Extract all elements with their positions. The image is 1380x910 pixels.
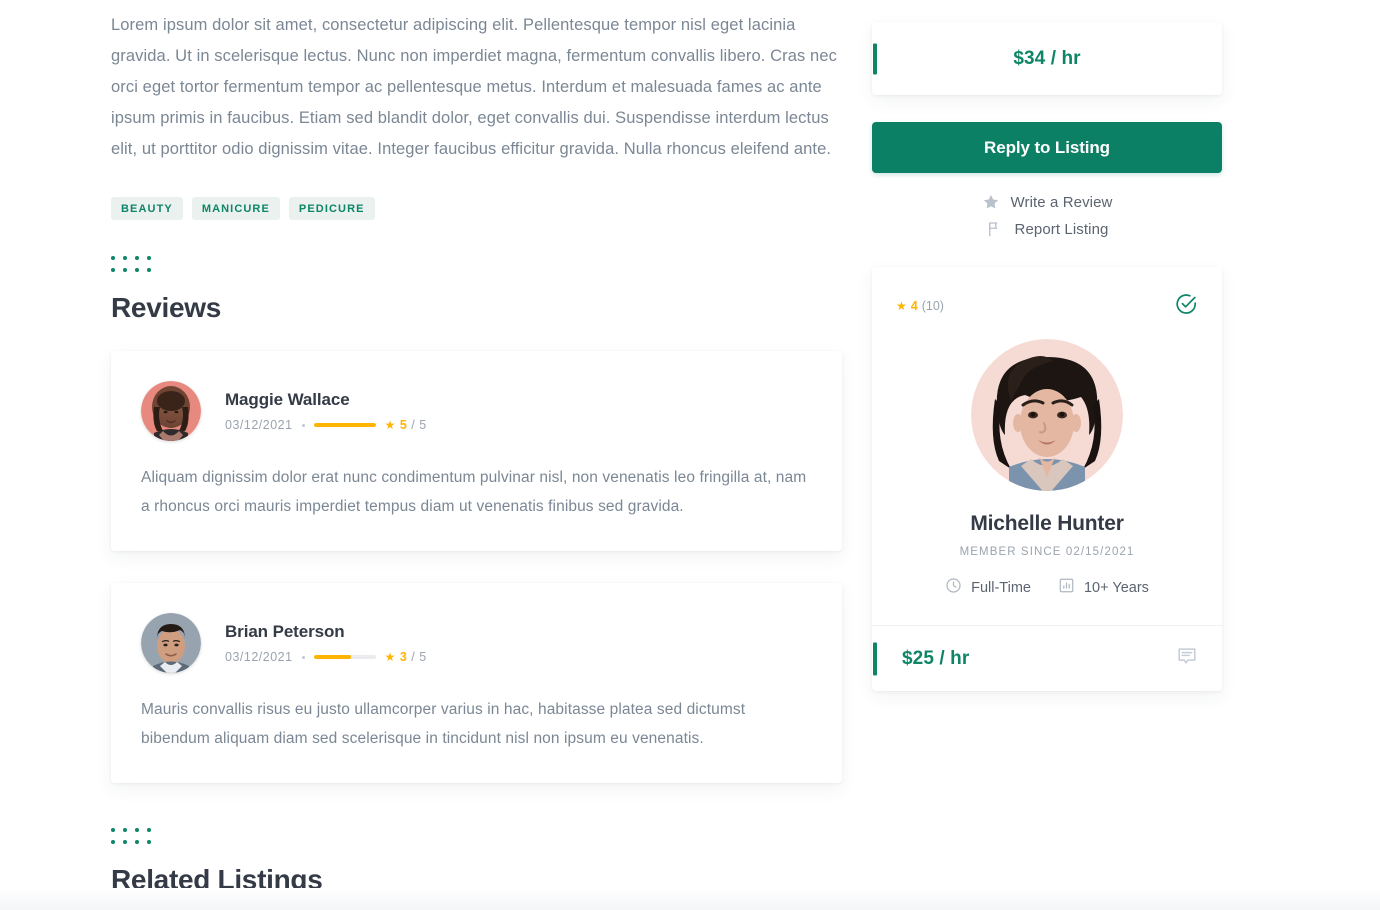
rating-value: 5 xyxy=(399,418,408,432)
sidebar-column: $34 / hr Reply to Listing Write a Review xyxy=(872,22,1222,691)
provider-profile-card[interactable]: ★ 4 (10) Michelle Hunter MEMBER SINCE 02… xyxy=(872,267,1222,691)
meta-separator-dot xyxy=(301,423,305,427)
rating-bar xyxy=(313,655,376,659)
star-icon: ★ xyxy=(384,418,396,432)
main-content-column: Lorem ipsum dolor sit amet, consectetur … xyxy=(111,0,843,896)
reviews-list: Maggie Wallace 03/12/2021 ★ 5 / 5 Aliqua… xyxy=(111,351,843,783)
review-identity: Maggie Wallace 03/12/2021 ★ 5 / 5 xyxy=(225,390,427,432)
price-accent-bar xyxy=(873,43,877,74)
provider-name: Michelle Hunter xyxy=(970,512,1124,535)
reviews-dots-decoration xyxy=(111,256,155,276)
write-a-review-label: Write a Review xyxy=(1010,193,1113,211)
rating-max: / xyxy=(411,418,416,432)
provider-facts: Full-Time 10+ Years xyxy=(872,577,1222,625)
brian-peterson-avatar xyxy=(141,613,201,673)
page-bottom-fade xyxy=(0,888,1380,910)
review-identity: Brian Peterson 03/12/2021 ★ 3 / 5 xyxy=(225,622,427,664)
star-icon xyxy=(982,193,1000,211)
profile-rating-count: (10) xyxy=(921,299,944,313)
fact-availability-label: Full-Time xyxy=(971,579,1031,596)
tag-manicure[interactable]: MANICURE xyxy=(191,197,280,220)
provider-price: $25 / hr xyxy=(902,647,970,669)
listing-price: $34 / hr xyxy=(1013,47,1081,69)
review-card: Maggie Wallace 03/12/2021 ★ 5 / 5 Aliqua… xyxy=(111,351,842,551)
review-meta: 03/12/2021 ★ 3 / 5 xyxy=(225,650,427,664)
profile-rating: ★ 4 (10) xyxy=(896,292,944,313)
profile-rating-line: ★ 4 (10) xyxy=(896,299,944,313)
rating-max: / xyxy=(411,650,416,664)
fact-availability: Full-Time xyxy=(945,577,1031,598)
michelle-hunter-avatar xyxy=(971,339,1123,491)
star-icon: ★ xyxy=(384,650,396,664)
reviewer-name: Brian Peterson xyxy=(225,622,345,641)
rating-score: ★ 3 / 5 xyxy=(385,650,427,664)
reviewer-name: Maggie Wallace xyxy=(225,390,350,409)
review-header: Brian Peterson 03/12/2021 ★ 3 / 5 xyxy=(141,613,812,673)
provider-member-since: MEMBER SINCE 02/15/2021 xyxy=(959,546,1135,558)
rating-max-value: 5 xyxy=(419,418,427,432)
meta-separator-dot xyxy=(301,655,305,659)
review-date: 03/12/2021 xyxy=(225,650,293,664)
write-a-review-link[interactable]: Write a Review xyxy=(982,193,1113,211)
report-listing-label: Report Listing xyxy=(1014,220,1109,238)
listing-price-card: $34 / hr xyxy=(872,22,1222,95)
report-listing-link[interactable]: Report Listing xyxy=(986,220,1109,238)
listing-detail-page: Lorem ipsum dolor sit amet, consectetur … xyxy=(0,0,1380,910)
tag-beauty[interactable]: BEAUTY xyxy=(111,197,183,220)
sidebar-actions: Write a Review Report Listing xyxy=(872,193,1222,238)
listing-tags: BEAUTY MANICURE PEDICURE xyxy=(111,197,843,220)
related-dots-decoration xyxy=(111,828,155,848)
rating-max-value: 5 xyxy=(419,650,427,664)
review-meta: 03/12/2021 ★ 5 / 5 xyxy=(225,418,427,432)
review-header: Maggie Wallace 03/12/2021 ★ 5 / 5 xyxy=(141,381,812,441)
message-icon[interactable] xyxy=(1176,645,1198,672)
clock-icon xyxy=(945,577,962,598)
maggie-wallace-avatar xyxy=(141,381,201,441)
profile-rating-value: 4 xyxy=(910,299,918,313)
provider-price-accent-bar xyxy=(873,642,877,675)
rating-value: 3 xyxy=(399,650,408,664)
rating-bar xyxy=(313,423,376,427)
review-card: Brian Peterson 03/12/2021 ★ 3 / 5 Mauris… xyxy=(111,583,842,783)
review-body: Aliquam dignissim dolor erat nunc condim… xyxy=(141,469,807,515)
fact-experience: 10+ Years xyxy=(1058,577,1149,598)
profile-card-top: ★ 4 (10) xyxy=(872,267,1222,321)
bar-chart-icon xyxy=(1058,577,1075,598)
fact-experience-label: 10+ Years xyxy=(1083,579,1149,596)
review-date: 03/12/2021 xyxy=(225,418,293,432)
tag-pedicure[interactable]: PEDICURE xyxy=(288,197,375,220)
listing-description: Lorem ipsum dolor sit amet, consectetur … xyxy=(111,16,837,158)
star-icon: ★ xyxy=(896,299,907,313)
flag-icon xyxy=(986,220,1004,238)
reviews-heading: Reviews xyxy=(111,292,221,323)
check-circle-icon xyxy=(1174,292,1198,321)
provider-price-bar: $25 / hr xyxy=(872,625,1222,691)
review-body: Mauris convallis risus eu justo ullamcor… xyxy=(141,701,746,747)
reply-to-listing-button[interactable]: Reply to Listing xyxy=(872,122,1222,173)
rating-score: ★ 5 / 5 xyxy=(385,418,427,432)
